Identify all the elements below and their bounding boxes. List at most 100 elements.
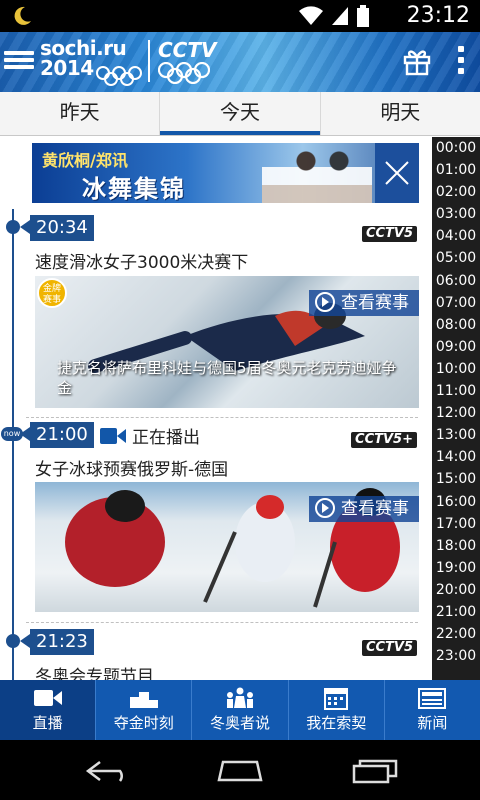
hour-item[interactable]: 00:00 xyxy=(432,137,480,159)
hour-item[interactable]: 21:00 xyxy=(432,601,480,623)
event-image[interactable]: 金牌赛事 查看赛事 捷克名将萨布里科娃与德国5届冬奥元老克劳迪娅争金 xyxy=(35,276,419,408)
hour-item[interactable]: 12:00 xyxy=(432,402,480,424)
view-event-label: 查看赛事 xyxy=(341,293,409,313)
status-icons xyxy=(298,5,370,27)
hour-item[interactable]: 17:00 xyxy=(432,513,480,535)
schedule-item[interactable]: 20:34 CCTV5 速度滑冰女子3000米决赛下 金牌赛事 查看赛事 捷克名… xyxy=(0,215,432,415)
clock: 23:12 xyxy=(406,3,470,28)
news-icon xyxy=(418,688,447,709)
timeline-pointer xyxy=(20,634,30,648)
back-icon[interactable] xyxy=(82,758,132,784)
view-event-button[interactable]: 查看赛事 xyxy=(309,496,419,522)
medal-badge: 金牌赛事 xyxy=(37,278,67,308)
video-camera-icon xyxy=(33,690,62,706)
battery-icon xyxy=(357,5,369,27)
people-icon xyxy=(227,687,253,708)
timeline-pointer xyxy=(20,427,30,441)
hour-item[interactable]: 19:00 xyxy=(432,557,480,579)
banner-title: 冰舞集锦 xyxy=(82,175,186,203)
timeline-dot xyxy=(6,220,20,234)
recent-apps-icon[interactable] xyxy=(350,758,400,784)
nav-live[interactable]: 直播 xyxy=(0,680,96,740)
olympic-rings-icon xyxy=(158,62,210,84)
hour-item[interactable]: 14:00 xyxy=(432,446,480,468)
nav-olympians-talk[interactable]: 冬奥者说 xyxy=(191,680,287,740)
hour-item[interactable]: 09:00 xyxy=(432,336,480,358)
view-event-button[interactable]: 查看赛事 xyxy=(309,290,419,316)
promo-banner[interactable]: 黄欣桐/郑讯 冰舞集锦 xyxy=(32,143,419,203)
hour-item[interactable]: 10:00 xyxy=(432,358,480,380)
divider xyxy=(26,622,418,623)
hour-item[interactable]: 03:00 xyxy=(432,203,480,225)
app-header: sochi.ru 2014 CCTV xyxy=(0,32,480,92)
more-icon-dot xyxy=(458,46,464,52)
bottom-nav: 直播 夺金时刻 冬奥者说 我在索契 新闻 xyxy=(0,680,480,740)
nav-label: 冬奥者说 xyxy=(210,714,271,732)
close-icon[interactable] xyxy=(375,143,419,203)
hour-item[interactable]: 11:00 xyxy=(432,380,480,402)
tab-yesterday[interactable]: 昨天 xyxy=(0,92,159,135)
hour-item[interactable]: 08:00 xyxy=(432,314,480,336)
video-camera-icon xyxy=(100,427,126,444)
hour-item[interactable]: 05:00 xyxy=(432,247,480,269)
menu-icon-bar xyxy=(4,65,34,69)
nav-label: 新闻 xyxy=(417,714,448,732)
divider xyxy=(26,417,418,418)
hour-item[interactable]: 02:00 xyxy=(432,181,480,203)
hour-item[interactable]: 18:00 xyxy=(432,535,480,557)
schedule-list[interactable]: 黄欣桐/郑讯 冰舞集锦 20:34 CCTV5 速度滑冰女子3000米决赛下 金… xyxy=(0,137,432,680)
day-tabs: 昨天 今天 明天 xyxy=(0,92,480,136)
channel-logo: CCTV5 xyxy=(361,226,417,242)
hour-item[interactable]: 15:00 xyxy=(432,468,480,490)
item-title: 冬奥会专题节目 xyxy=(35,667,154,680)
view-event-label: 查看赛事 xyxy=(341,499,409,519)
calendar-icon xyxy=(324,688,349,710)
item-title: 女子冰球预赛俄罗斯-德国 xyxy=(35,460,229,480)
schedule-item-live[interactable]: now 21:00 正在播出 CCTV5+ 女子冰球预赛俄罗斯-德国 查看赛事 xyxy=(0,422,432,622)
tab-today[interactable]: 今天 xyxy=(159,92,320,135)
live-label: 正在播出 xyxy=(132,428,200,448)
hour-item[interactable]: 13:00 xyxy=(432,424,480,446)
channel-logo: CCTV5+ xyxy=(351,432,417,448)
menu-button[interactable] xyxy=(4,48,34,78)
item-title: 速度滑冰女子3000米决赛下 xyxy=(35,253,249,273)
nav-label: 夺金时刻 xyxy=(113,714,174,732)
hour-item[interactable]: 04:00 xyxy=(432,225,480,247)
banner-athletes: 黄欣桐/郑讯 xyxy=(42,151,128,170)
hour-item[interactable]: 16:00 xyxy=(432,491,480,513)
hour-index: 00:00 01:00 02:00 03:00 04:00 05:00 06:0… xyxy=(432,137,480,680)
logo-divider xyxy=(148,40,150,82)
close-icon-glyph xyxy=(385,161,409,185)
home-icon[interactable] xyxy=(215,758,265,784)
hour-item[interactable]: 06:00 xyxy=(432,270,480,292)
event-caption: 捷克名将萨布里科娃与德国5届冬奥元老克劳迪娅争金 xyxy=(57,359,397,397)
hour-item[interactable]: 22:00 xyxy=(432,623,480,645)
more-icon-dot xyxy=(458,57,464,63)
logo-line1: sochi.ru xyxy=(40,36,127,60)
play-icon xyxy=(315,292,335,312)
hour-item[interactable]: 23:00 xyxy=(432,645,480,667)
nav-gold-moments[interactable]: 夺金时刻 xyxy=(95,680,191,740)
more-icon[interactable] xyxy=(456,46,466,78)
hour-item[interactable]: 20:00 xyxy=(432,579,480,601)
moon-icon xyxy=(14,6,31,25)
status-bar: 23:12 xyxy=(0,0,480,32)
timeline-dot xyxy=(6,634,20,648)
nav-news[interactable]: 新闻 xyxy=(383,680,480,740)
banner-image xyxy=(262,143,372,203)
gift-icon[interactable] xyxy=(402,46,432,76)
olympic-rings-icon xyxy=(96,66,142,86)
live-indicator: 正在播出 xyxy=(100,423,200,448)
tab-tomorrow[interactable]: 明天 xyxy=(319,92,480,135)
schedule-item[interactable]: 21:23 CCTV5 冬奥会专题节目 xyxy=(0,629,432,680)
channel-logo: CCTV5 xyxy=(361,640,417,656)
hour-item[interactable]: 01:00 xyxy=(432,159,480,181)
nav-in-sochi[interactable]: 我在索契 xyxy=(287,680,384,740)
play-icon xyxy=(315,498,335,518)
hour-item[interactable]: 07:00 xyxy=(432,292,480,314)
event-image[interactable]: 查看赛事 xyxy=(35,482,419,612)
podium-icon xyxy=(129,692,158,708)
nav-label: 我在索契 xyxy=(306,714,367,732)
screen: 23:12 sochi.ru 2014 CCTV 昨天 今天 明天 黄欣桐/郑讯… xyxy=(0,0,480,800)
medal-badge-label: 金牌赛事 xyxy=(42,284,61,305)
